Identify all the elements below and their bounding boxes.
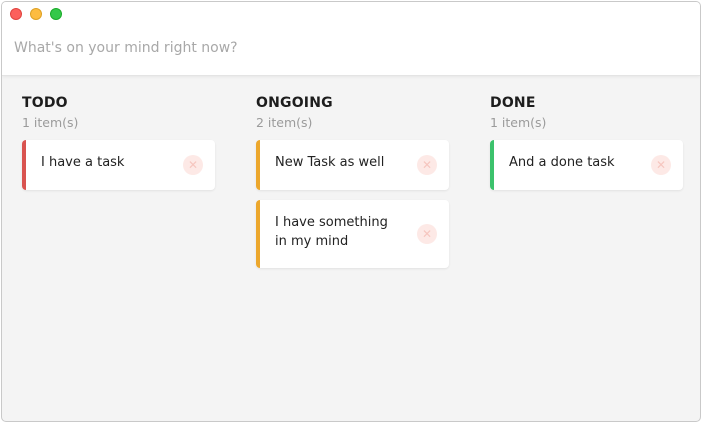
window-controls <box>10 8 62 20</box>
card-list: New Task as well ✕ I have something in m… <box>256 140 449 268</box>
status-stripe <box>490 140 494 190</box>
app-window: TODO 1 item(s) I have a task ✕ ONGOING 2… <box>1 1 701 422</box>
column-ongoing: ONGOING 2 item(s) New Task as well ✕ I h… <box>256 95 449 278</box>
task-text: New Task as well <box>275 155 385 170</box>
new-task-input[interactable] <box>14 40 674 56</box>
header-bar <box>2 2 700 76</box>
close-circle-icon[interactable]: ✕ <box>417 224 437 244</box>
minimize-window-button[interactable] <box>30 8 42 20</box>
task-card[interactable]: I have something in my mind ✕ <box>256 200 449 268</box>
column-title: DONE <box>490 95 536 111</box>
column-todo: TODO 1 item(s) I have a task ✕ <box>22 95 215 200</box>
column-item-count: 1 item(s) <box>22 115 79 130</box>
close-circle-icon[interactable]: ✕ <box>183 155 203 175</box>
task-card[interactable]: New Task as well ✕ <box>256 140 449 190</box>
column-item-count: 1 item(s) <box>490 115 547 130</box>
column-title: ONGOING <box>256 95 333 111</box>
column-done: DONE 1 item(s) And a done task ✕ <box>490 95 683 200</box>
task-text: And a done task <box>509 155 615 170</box>
card-list: And a done task ✕ <box>490 140 683 190</box>
close-circle-icon[interactable]: ✕ <box>417 155 437 175</box>
zoom-window-button[interactable] <box>50 8 62 20</box>
status-stripe <box>256 200 260 268</box>
task-card[interactable]: I have a task ✕ <box>22 140 215 190</box>
column-item-count: 2 item(s) <box>256 115 313 130</box>
task-text: I have a task <box>41 155 125 170</box>
task-text: I have something in my mind <box>275 215 388 249</box>
status-stripe <box>22 140 26 190</box>
close-circle-icon[interactable]: ✕ <box>651 155 671 175</box>
card-list: I have a task ✕ <box>22 140 215 190</box>
status-stripe <box>256 140 260 190</box>
column-title: TODO <box>22 95 68 111</box>
task-card[interactable]: And a done task ✕ <box>490 140 683 190</box>
close-window-button[interactable] <box>10 8 22 20</box>
